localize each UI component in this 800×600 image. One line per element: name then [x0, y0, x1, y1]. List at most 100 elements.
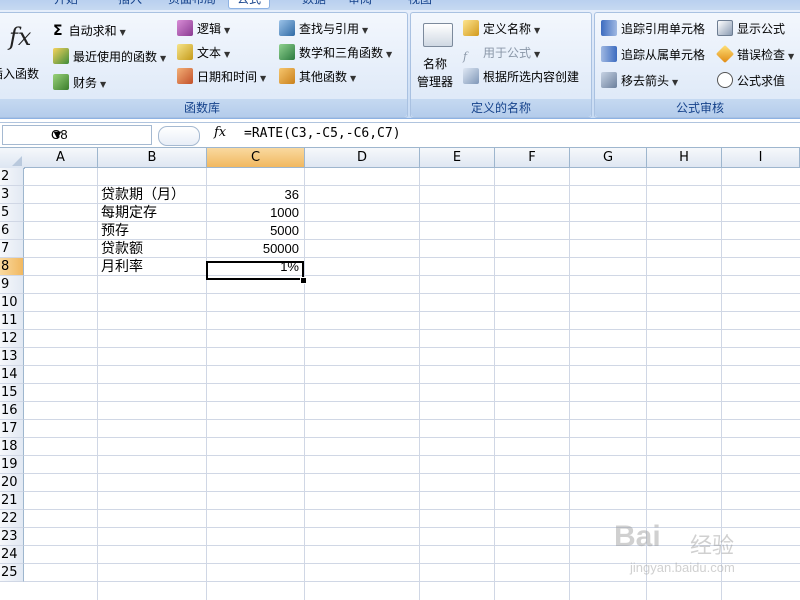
text-label: 文本 — [197, 46, 222, 60]
text-button[interactable]: 文本 ▼ — [177, 43, 230, 63]
cell-b3[interactable]: 贷款期（月） — [101, 186, 185, 204]
autosum-label: 自动求和 — [68, 24, 117, 38]
cell-c3[interactable]: 36 — [207, 186, 299, 204]
recent-functions-label: 最近使用的函数 — [73, 50, 158, 64]
formula-input[interactable]: =RATE(C3,-C5,-C6,C7) — [244, 126, 401, 141]
ribbon-tabs: 开始 插入 页面布局 公式 数据 审阅 视图 — [0, 0, 800, 10]
error-checking-label: 错误检查 — [737, 48, 786, 62]
chevron-down-icon[interactable]: ▼ — [51, 127, 64, 142]
name-box[interactable]: C8 ▼ — [2, 125, 152, 145]
chevron-down-icon: ▼ — [119, 28, 126, 37]
chevron-down-icon: ▼ — [386, 50, 393, 59]
trace-precedents-button[interactable]: 追踪引用单元格 — [601, 19, 705, 39]
book-logical-icon — [177, 20, 193, 36]
define-name-label: 定义名称 — [483, 22, 532, 36]
chevron-down-icon: ▼ — [260, 74, 267, 83]
cell-c6[interactable]: 5000 — [207, 222, 299, 240]
star-icon — [53, 48, 69, 64]
chevron-down-icon: ▼ — [224, 50, 231, 59]
tab-view[interactable]: 视图 — [400, 0, 440, 8]
evaluate-formula-button[interactable]: 公式求值 — [717, 71, 785, 91]
tab-page-layout[interactable]: 页面布局 — [160, 0, 224, 8]
trace-precedents-icon — [601, 20, 617, 36]
name-manager-label-1: 名称 — [423, 57, 448, 71]
create-from-selection-button[interactable]: 根据所选内容创建 — [463, 67, 579, 87]
math-trig-label: 数学和三角函数 — [299, 46, 384, 60]
chevron-down-icon: ▼ — [672, 78, 679, 87]
group-label-formula-auditing: 公式审核 — [595, 99, 800, 117]
trace-dependents-button[interactable]: 追踪从属单元格 — [601, 45, 705, 65]
name-manager-button[interactable]: 名称 管理器 — [415, 19, 459, 95]
evaluate-formula-icon — [717, 72, 733, 88]
define-name-button[interactable]: 定义名称 ▼ — [463, 19, 540, 39]
formula-bar: C8 ▼ fx =RATE(C3,-C5,-C6,C7) — [0, 122, 800, 148]
autosum-button[interactable]: Σ 自动求和 ▼ — [53, 21, 126, 41]
use-in-formula-label: 用于公式 — [483, 46, 532, 60]
tab-data[interactable]: 数据 — [294, 0, 334, 8]
chevron-down-icon: ▼ — [788, 52, 795, 61]
chevron-down-icon: ▼ — [224, 26, 231, 35]
evaluate-formula-label: 公式求值 — [737, 74, 786, 88]
math-trig-button[interactable]: 数学和三角函数 ▼ — [279, 43, 392, 63]
group-function-library: fx 插入函数 Σ自动求和▼ 最近使用的函数▼ 财务▼ 逻辑▼ 文本▼ 日期和时… — [0, 12, 408, 118]
lookup-reference-button[interactable]: 查找与引用 ▼ — [279, 19, 368, 39]
watermark: Bai 经验 jingyan.baidu.com — [590, 510, 790, 590]
watermark-url: jingyan.baidu.com — [630, 560, 735, 575]
active-cell-border — [206, 261, 304, 280]
cell-b5[interactable]: 每期定存 — [101, 204, 157, 222]
financial-button[interactable]: 财务 ▼ — [53, 73, 106, 93]
insert-function-button[interactable]: fx 插入函数 — [0, 21, 49, 91]
error-checking-icon — [715, 44, 735, 64]
cell-c7[interactable]: 50000 — [207, 240, 299, 258]
date-time-label: 日期和时间 — [197, 70, 258, 84]
book-financial-icon — [53, 74, 69, 90]
create-from-selection-label: 根据所选内容创建 — [483, 70, 580, 84]
trace-dependents-label: 追踪从属单元格 — [621, 48, 706, 62]
fill-handle[interactable] — [300, 277, 307, 284]
book-text-icon — [177, 44, 193, 60]
lookup-reference-label: 查找与引用 — [299, 22, 360, 36]
book-datetime-icon — [177, 68, 193, 84]
insert-function-label: 插入函数 — [0, 67, 40, 81]
date-time-button[interactable]: 日期和时间 ▼ — [177, 67, 266, 87]
group-label-defined-names: 定义的名称 — [411, 99, 591, 117]
insert-function-fx-icon[interactable]: fx — [214, 125, 226, 140]
cell-b8[interactable]: 月利率 — [101, 258, 143, 276]
tab-insert[interactable]: 插入 — [110, 0, 150, 8]
use-in-formula-button[interactable]: f 用于公式 ▼ — [463, 43, 540, 63]
chevron-down-icon: ▼ — [534, 50, 541, 59]
book-lookup-icon — [279, 20, 295, 36]
book-more-icon — [279, 68, 295, 84]
trace-precedents-label: 追踪引用单元格 — [621, 22, 706, 36]
tab-home[interactable]: 开始 — [46, 0, 86, 8]
book-math-icon — [279, 44, 295, 60]
group-formula-auditing: 追踪引用单元格 追踪从属单元格 移去箭头 ▼ 显示公式 错误检查 ▼ 公式求值 公式… — [594, 12, 800, 118]
chevron-down-icon: ▼ — [100, 80, 107, 89]
logical-button[interactable]: 逻辑 ▼ — [177, 19, 230, 39]
group-defined-names: 名称 管理器 定义名称 ▼ f 用于公式 ▼ 根据所选内容创建 定义的名称 — [410, 12, 592, 118]
financial-label: 财务 — [73, 76, 98, 90]
chevron-down-icon: ▼ — [362, 26, 369, 35]
tab-review[interactable]: 审阅 — [340, 0, 380, 8]
fx-icon: fx — [9, 23, 32, 51]
chevron-down-icon: ▼ — [534, 26, 541, 35]
error-checking-button[interactable]: 错误检查 ▼ — [715, 44, 795, 65]
more-functions-button[interactable]: 其他函数 ▼ — [279, 67, 356, 87]
logical-label: 逻辑 — [197, 22, 222, 36]
recent-functions-button[interactable]: 最近使用的函数 ▼ — [53, 47, 166, 67]
cell-b6[interactable]: 预存 — [101, 222, 129, 240]
cell-b7[interactable]: 贷款额 — [101, 240, 143, 258]
watermark-brand: Bai — [614, 520, 661, 553]
formula-bar-splitter[interactable] — [158, 126, 200, 146]
watermark-brand-cn: 经验 — [690, 534, 735, 559]
sigma-icon: Σ — [53, 23, 63, 39]
remove-arrows-button[interactable]: 移去箭头 ▼ — [601, 71, 678, 91]
show-formulas-button[interactable]: 显示公式 — [717, 19, 785, 39]
cell-c5[interactable]: 1000 — [207, 204, 299, 222]
tab-formulas[interactable]: 公式 — [228, 0, 271, 9]
more-functions-label: 其他函数 — [299, 70, 348, 84]
ribbon: fx 插入函数 Σ自动求和▼ 最近使用的函数▼ 财务▼ 逻辑▼ 文本▼ 日期和时… — [0, 10, 800, 119]
name-manager-label-2: 管理器 — [417, 75, 454, 89]
remove-arrows-label: 移去箭头 — [621, 74, 670, 88]
name-manager-icon — [423, 23, 453, 47]
